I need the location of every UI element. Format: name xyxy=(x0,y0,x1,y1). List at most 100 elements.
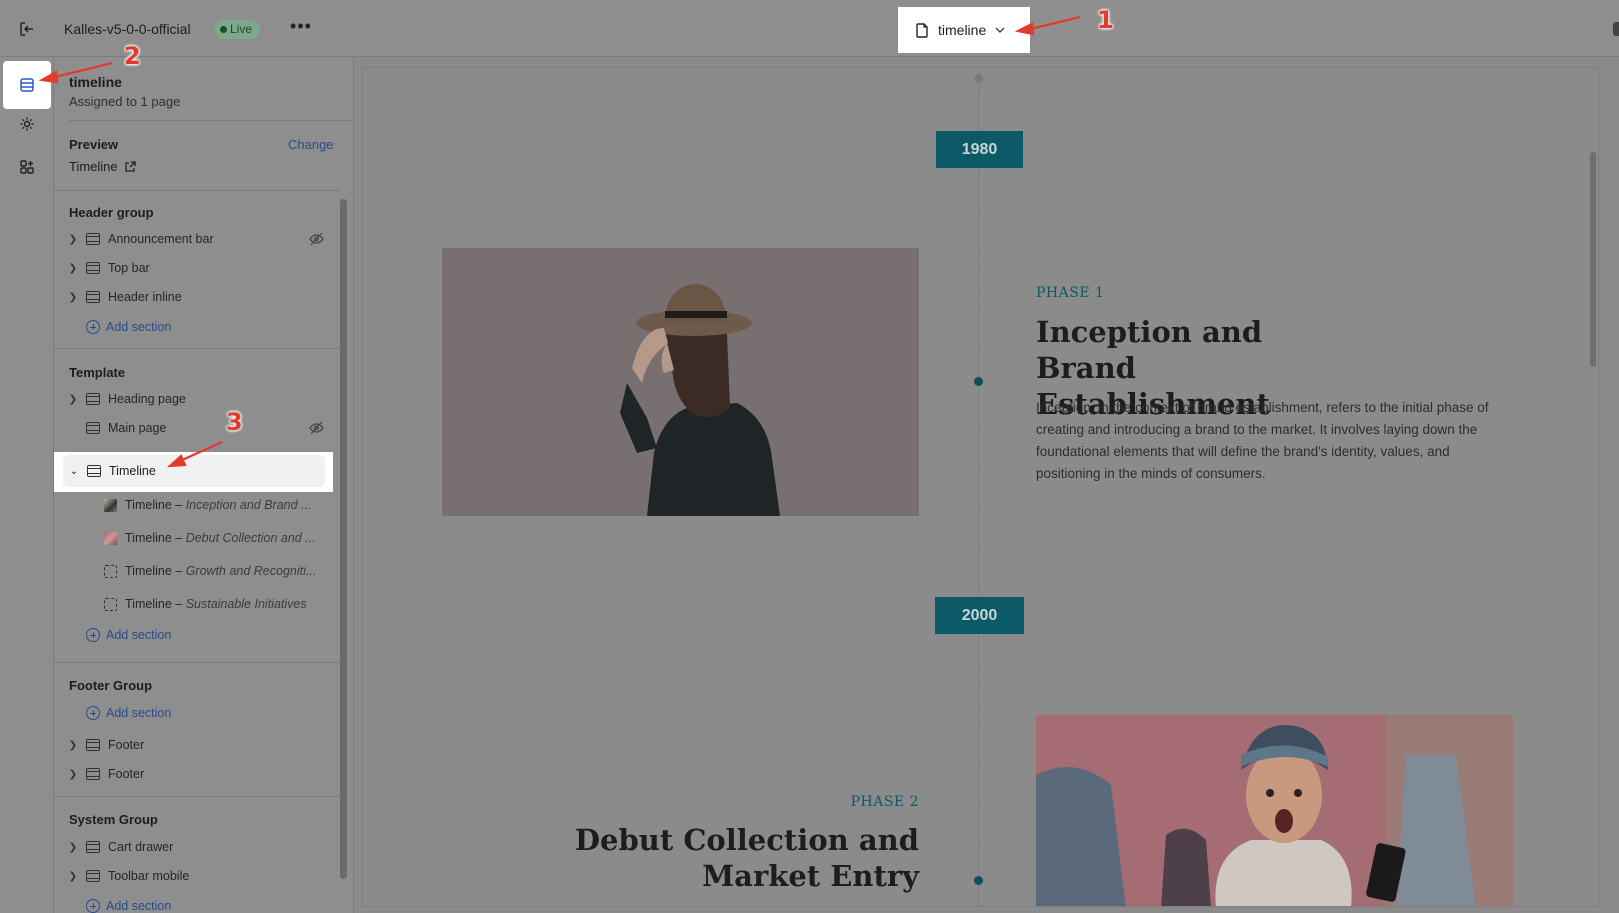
section-item-timeline-highlight: ⌄ Timeline xyxy=(54,452,333,492)
apps-rail-button[interactable] xyxy=(12,152,42,182)
change-preview-link[interactable]: Change xyxy=(288,137,334,152)
add-section-template-button[interactable]: Add section xyxy=(86,624,171,646)
section-item-timeline[interactable]: ⌄ Timeline xyxy=(63,455,325,487)
block-title: Inception and Brand ... xyxy=(185,498,312,512)
section-item-cart-drawer[interactable]: ❯ Cart drawer xyxy=(64,834,324,860)
section-label: Main page xyxy=(108,421,167,435)
sidebar-scrollbar[interactable] xyxy=(340,199,347,879)
section-label: Heading page xyxy=(108,392,186,406)
annotation-number-2: 2 xyxy=(124,42,141,70)
phase-1-description: Inception, in the context of brand estab… xyxy=(1036,400,1489,481)
chevron-right-icon: ❯ xyxy=(68,739,78,751)
block-name: Timeline xyxy=(125,564,172,578)
section-label: Announcement bar xyxy=(108,232,214,246)
year-badge-2: 2000 xyxy=(935,597,1024,634)
hidden-eye-icon[interactable] xyxy=(309,232,324,246)
phase-2-label: PHASE 2 xyxy=(850,794,919,810)
section-item-toolbar-mobile[interactable]: ❯ Toolbar mobile xyxy=(64,863,324,889)
image-thumbnail xyxy=(104,498,117,512)
apps-icon xyxy=(20,160,34,174)
timeline-dot xyxy=(974,876,983,885)
block-name: Timeline xyxy=(125,531,172,545)
block-name: Timeline xyxy=(125,498,172,512)
woman-hat-illustration xyxy=(442,248,919,516)
add-section-system-button[interactable]: Add section xyxy=(86,895,171,913)
section-label: Footer xyxy=(108,767,145,781)
live-status-badge: Live xyxy=(214,20,261,39)
more-actions-button[interactable]: ••• xyxy=(288,16,314,42)
section-item-footer-2[interactable]: ❯ Footer xyxy=(64,761,324,787)
annotation-number-3: 3 xyxy=(226,408,243,436)
chevron-right-icon: ❯ xyxy=(68,870,78,882)
add-section-label: Add section xyxy=(106,628,172,642)
template-selector-label: timeline xyxy=(938,22,987,38)
add-section-label: Add section xyxy=(106,706,172,720)
section-item-top-bar[interactable]: ❯ Top bar xyxy=(64,255,324,281)
block-separator: – xyxy=(171,597,186,611)
section-item-footer-1[interactable]: ❯ Footer xyxy=(64,732,324,758)
add-section-label: Add section xyxy=(106,899,172,913)
section-label: Toolbar mobile xyxy=(108,869,190,883)
section-item-announcement-bar[interactable]: ❯ Announcement bar xyxy=(64,226,324,252)
divider xyxy=(54,190,340,191)
block-item-timeline-2[interactable]: Timeline – Debut Collection and ... xyxy=(104,526,336,550)
system-group-title: System Group xyxy=(69,812,158,827)
preview-page-name: Timeline xyxy=(69,159,118,174)
phase-2-title: Debut Collection and Market Entry xyxy=(574,823,919,893)
hidden-eye-icon[interactable] xyxy=(309,421,324,435)
empty-image-icon xyxy=(104,564,117,578)
section-label: Top bar xyxy=(108,261,150,275)
sections-icon xyxy=(20,78,34,92)
theme-settings-rail-button[interactable] xyxy=(12,109,42,139)
chevron-right-icon: ❯ xyxy=(68,233,78,245)
header-group-title: Header group xyxy=(69,205,154,220)
add-section-header-button[interactable]: Add section xyxy=(86,316,171,338)
block-title: Growth and Recogniti... xyxy=(185,564,317,578)
empty-image-icon xyxy=(104,597,117,611)
chevron-down-icon xyxy=(995,27,1005,33)
section-label: Header inline xyxy=(108,290,182,304)
block-separator: – xyxy=(171,564,186,578)
preview-label: Preview xyxy=(69,137,119,152)
template-title: timeline xyxy=(69,74,122,90)
image-thumbnail xyxy=(104,531,117,545)
sections-rail-button[interactable] xyxy=(3,61,51,109)
preview-scrollbar[interactable] xyxy=(1590,152,1596,367)
section-icon xyxy=(86,870,100,882)
settings-edge-icon[interactable] xyxy=(1613,22,1619,36)
annotation-number-1: 1 xyxy=(1097,6,1114,34)
page-icon xyxy=(916,22,928,38)
add-section-footer-button[interactable]: Add section xyxy=(86,702,171,724)
timeline-dot xyxy=(974,377,983,386)
section-item-main-page[interactable]: Main page xyxy=(64,415,324,441)
section-label: Cart drawer xyxy=(108,840,174,854)
divider xyxy=(54,348,340,349)
section-icon xyxy=(87,465,101,477)
section-item-header-inline[interactable]: ❯ Header inline xyxy=(64,284,324,310)
preview-page-link[interactable]: Timeline xyxy=(69,159,136,174)
block-item-timeline-1[interactable]: Timeline – Inception and Brand ... xyxy=(104,493,336,517)
chevron-right-icon: ❯ xyxy=(68,768,78,780)
timeline-line xyxy=(978,78,979,906)
block-item-timeline-4[interactable]: Timeline – Sustainable Initiatives xyxy=(104,592,336,616)
chevron-right-icon: ❯ xyxy=(68,841,78,853)
footer-group-title: Footer Group xyxy=(69,678,153,693)
template-selector[interactable]: timeline xyxy=(898,7,1030,53)
block-item-timeline-3[interactable]: Timeline – Growth and Recogniti... xyxy=(104,559,336,583)
plus-circle-icon xyxy=(86,706,100,720)
plus-circle-icon xyxy=(86,628,100,642)
surprised-woman-illustration xyxy=(1036,715,1513,906)
plus-circle-icon xyxy=(86,899,100,913)
section-item-heading-page[interactable]: ❯ Heading page xyxy=(64,386,324,412)
section-icon xyxy=(86,768,100,780)
chevron-right-icon: ❯ xyxy=(68,291,78,303)
theme-preview[interactable]: 1980 PHASE 1 Inception and Brand Establi… xyxy=(362,67,1599,907)
chevron-right-icon: ❯ xyxy=(68,262,78,274)
exit-button[interactable] xyxy=(14,16,40,42)
sections-sidebar: timeline Assigned to 1 page Preview Chan… xyxy=(54,57,354,913)
icon-rail xyxy=(0,57,54,913)
section-icon xyxy=(86,262,100,274)
section-icon xyxy=(86,291,100,303)
section-label: Timeline xyxy=(109,464,156,478)
block-title: Debut Collection and ... xyxy=(185,531,316,545)
